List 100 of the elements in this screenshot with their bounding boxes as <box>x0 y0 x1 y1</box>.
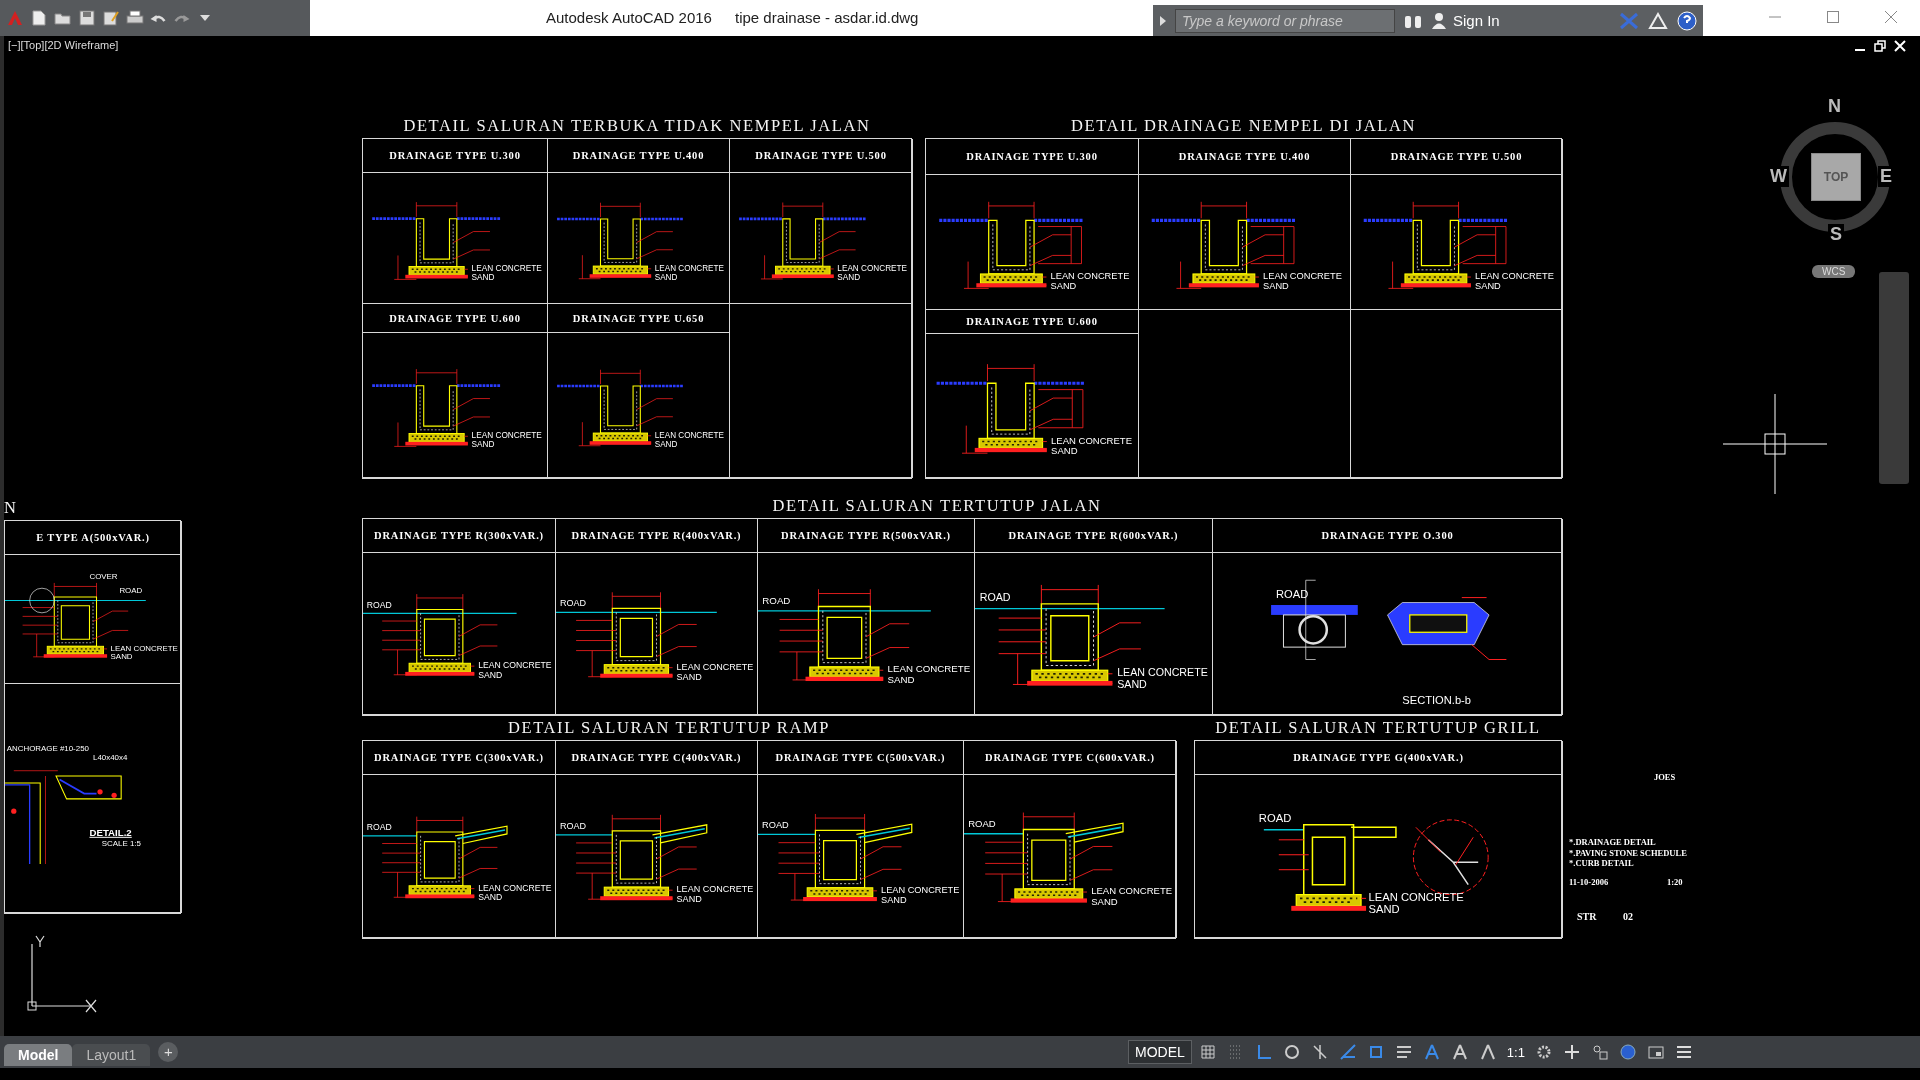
grid-icon <box>1198 1043 1217 1061</box>
callout-label: SAND <box>478 892 503 903</box>
undo-button[interactable] <box>150 13 167 23</box>
callout-label: LEAN CONCRETE <box>1117 666 1208 679</box>
lineweight-icon <box>1394 1043 1413 1061</box>
callout-label: SAND <box>478 669 503 680</box>
redo-icon <box>173 13 190 23</box>
callout-label: LEAN CONCRETE <box>881 884 960 895</box>
cell-heading: DRAINAGE TYPE U.500 <box>755 150 887 161</box>
sign-in-button[interactable]: Sign In <box>1431 11 1500 30</box>
cell-heading: DRAINAGE TYPE U.650 <box>572 312 705 324</box>
callout-label: SCALE 1:5 <box>101 839 141 849</box>
cell-heading: E TYPE A(500xVAR.) <box>36 532 150 543</box>
compass-east[interactable]: E <box>1878 166 1894 187</box>
callout-label: LEAN CONCRETE <box>478 882 552 893</box>
close-icon <box>1885 11 1897 23</box>
callout-label: ROAD <box>560 820 587 831</box>
note-item: *.DRAINAGE DETAIL <box>1569 838 1657 847</box>
cell-heading: DRAINAGE TYPE R(300xVAR.) <box>374 530 544 541</box>
save-as-button[interactable] <box>102 9 120 27</box>
callout-label: ROAD <box>762 820 789 831</box>
print-button[interactable] <box>126 9 144 27</box>
cell-heading: DRAINAGE TYPE U.400 <box>1178 151 1311 162</box>
sheet-title: DETAIL SALURAN TERBUKA TIDAK NEMPEL JALAN <box>403 116 871 136</box>
callout-label: ROAD <box>366 599 392 610</box>
callout-label: SAND <box>837 272 861 282</box>
sheet-title: DETAIL DRAINAGE NEMPEL DI JALAN <box>1071 116 1416 136</box>
callout-label: SAND <box>1051 445 1078 457</box>
sheet-code: STR <box>1577 912 1597 922</box>
note-item: *.CURB DETAIL <box>1569 859 1635 868</box>
cell-heading: DRAINAGE TYPE C(300xVAR.) <box>374 752 544 763</box>
cell-heading: DRAINAGE TYPE O.300 <box>1321 530 1454 541</box>
compass-west[interactable]: W <box>1768 166 1789 187</box>
callout-label: ROAD <box>968 818 996 830</box>
callout-label: SAND <box>881 895 907 906</box>
callout-label: SAND <box>1050 281 1077 292</box>
help-icon[interactable] <box>1677 10 1697 31</box>
cell-heading: DRAINAGE TYPE U.300 <box>389 150 521 161</box>
cell-heading: DRAINAGE TYPE U.300 <box>966 151 1098 162</box>
callout-label: ANCHORAGE #10-250 <box>6 744 89 754</box>
callout-label: LEAN CONCRETE <box>1050 271 1130 282</box>
app-menu-icon <box>6 9 24 27</box>
close-button[interactable] <box>1894 40 1908 54</box>
cell-heading: DRAINAGE TYPE R(400xVAR.) <box>571 530 742 541</box>
add-layout-button[interactable]: + <box>158 1042 179 1062</box>
annotation-scale-menu[interactable]: 1:1 <box>1503 1040 1528 1064</box>
cell-heading: DRAINAGE TYPE R(600xVAR.) <box>1008 530 1179 541</box>
note-item: *.PAVING STONE SCHEDULE <box>1569 848 1687 857</box>
callout-label: LEAN CONCRETE <box>887 663 971 675</box>
layout-tab[interactable]: Layout1 <box>72 1044 151 1066</box>
callout-label: L40x40x4 <box>93 753 128 763</box>
callout-label: ROAD <box>762 595 791 607</box>
cell-heading: DRAINAGE TYPE C(500xVAR.) <box>775 752 946 763</box>
callout-label: ROAD <box>979 591 1011 604</box>
callout-label: ROAD <box>1276 587 1309 600</box>
callout-label: COVER <box>89 572 118 582</box>
print-icon <box>126 9 144 27</box>
callout-label: SAND <box>676 671 702 682</box>
callout-label: LEAN CONCRETE <box>1051 434 1132 446</box>
restore-button[interactable] <box>1874 40 1888 54</box>
model-space-button[interactable]: MODEL <box>1128 1040 1192 1064</box>
cell-heading: DRAINAGE TYPE U.400 <box>572 150 705 161</box>
drawing-scale: 1:20 <box>1667 878 1683 887</box>
callout-label: DETAIL.2 <box>89 826 132 838</box>
viewport-label[interactable]: [−][Top][2D Wireframe] <box>8 39 119 51</box>
save-icon <box>78 9 96 27</box>
cell-heading: DRAINAGE TYPE U.600 <box>966 316 1098 327</box>
drawing-code: JOES <box>1654 773 1676 782</box>
new-file-button[interactable] <box>30 9 48 27</box>
menu-icon <box>1674 1043 1693 1061</box>
close-icon <box>1894 40 1906 52</box>
callout-label: SECTION.b-b <box>1402 694 1471 707</box>
callout-label: LEAN CONCRETE <box>676 884 754 895</box>
cell-heading: DRAINAGE TYPE C(600xVAR.) <box>985 752 1155 763</box>
restore-icon <box>1874 40 1886 52</box>
callout-label: SAND <box>654 272 678 282</box>
callout-label: LEAN CONCRETE <box>676 661 754 672</box>
redo-button[interactable] <box>173 13 190 23</box>
plus-icon <box>1562 1043 1581 1061</box>
sheet-title: N <box>4 498 18 518</box>
cell-heading: DRAINAGE TYPE G(400xVAR.) <box>1293 752 1464 763</box>
maximize-icon <box>1827 11 1839 23</box>
callout-label: SAND <box>1263 281 1289 292</box>
callout-label: LEAN CONCRETE <box>471 431 542 441</box>
layout-tab[interactable]: Model <box>4 1044 73 1066</box>
save-button[interactable] <box>78 9 96 27</box>
polar-icon <box>1282 1043 1301 1061</box>
person-icon <box>1431 11 1447 30</box>
callout-label: LEAN CONCRETE <box>1368 890 1464 903</box>
callout-label: LEAN CONCRETE <box>1475 271 1554 282</box>
callout-label: ROAD <box>1258 812 1292 825</box>
search-field[interactable]: Type a keyword or phrase <box>1175 8 1395 33</box>
callout-label: SAND <box>1091 895 1118 907</box>
app-title: Autodesk AutoCAD 2016 <box>546 9 712 26</box>
callout-label: LEAN CONCRETE <box>110 643 178 653</box>
cell-heading: DRAINAGE TYPE U.500 <box>1390 151 1523 162</box>
sheet-number: 02 <box>1623 912 1633 922</box>
callout-label: ROAD <box>119 586 143 596</box>
callout-label: LEAN CONCRETE <box>1263 271 1342 282</box>
expand-icon[interactable] <box>1159 14 1167 27</box>
